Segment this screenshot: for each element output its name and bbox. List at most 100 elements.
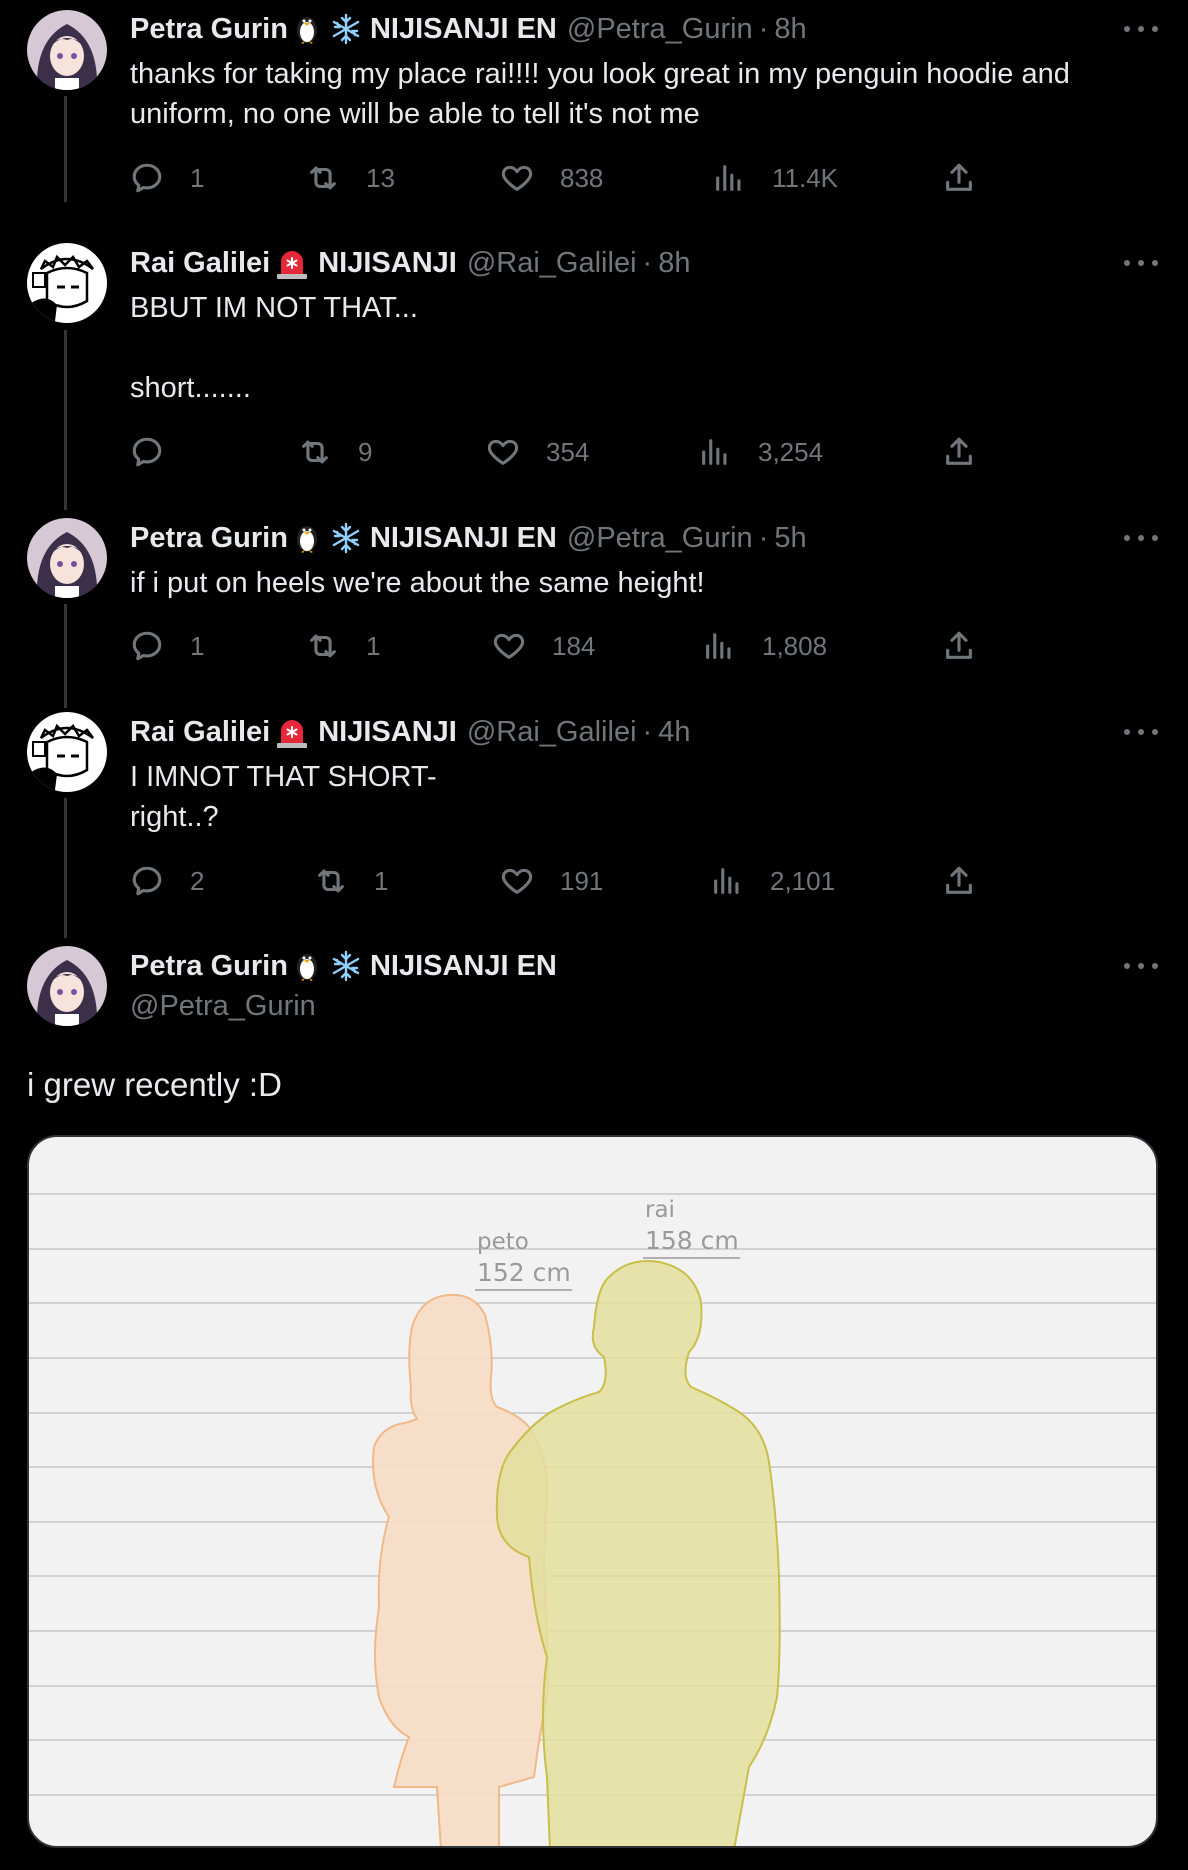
share-button[interactable] xyxy=(942,432,976,472)
like-button[interactable]: 838 xyxy=(500,158,603,198)
tweet-header: Petra Gurin NIJISANJI EN @Petra_Gurin · … xyxy=(130,12,807,46)
views-button[interactable]: 2,101 xyxy=(710,861,835,901)
penguin-icon xyxy=(292,950,322,982)
retweet-count: 13 xyxy=(366,162,395,193)
share-button[interactable] xyxy=(942,158,976,198)
handle[interactable]: @Petra_Gurin xyxy=(567,522,753,555)
retweet-button[interactable]: 1 xyxy=(314,861,388,901)
like-count: 184 xyxy=(552,630,596,661)
reply-icon xyxy=(132,866,162,896)
handle-row: @Petra_Gurin xyxy=(130,986,316,1026)
views-button[interactable]: 1,808 xyxy=(702,626,827,666)
display-name[interactable]: Rai Galilei xyxy=(130,247,270,280)
share-button[interactable] xyxy=(942,626,976,666)
reply-button[interactable]: 1 xyxy=(130,158,204,198)
timestamp[interactable]: 5h xyxy=(774,522,806,555)
retweet-button[interactable]: 9 xyxy=(298,432,372,472)
attached-image[interactable]: peto 152 cm rai 158 cm xyxy=(27,1135,1158,1848)
rai-silhouette xyxy=(495,1260,781,1846)
org-name: NIJISANJI EN xyxy=(369,949,557,982)
like-button[interactable]: 191 xyxy=(500,861,603,901)
timestamp[interactable]: 8h xyxy=(658,247,690,280)
peto-silhouette xyxy=(372,1293,549,1846)
views-button[interactable]: 11.4K xyxy=(712,158,838,198)
reply-button[interactable]: 1 xyxy=(130,626,204,666)
thread-connector xyxy=(64,330,67,510)
like-count: 354 xyxy=(546,436,590,467)
peto-label: peto xyxy=(477,1229,529,1255)
tweet-text: BBUT IM NOT THAT... short....... xyxy=(130,292,418,404)
like-count: 191 xyxy=(560,865,604,896)
penguin-icon xyxy=(292,13,322,45)
analytics-icon xyxy=(716,165,741,191)
action-bar: 2 1 191 2,101 xyxy=(130,861,1010,901)
reply-icon xyxy=(132,437,162,467)
timestamp[interactable]: 8h xyxy=(774,13,806,46)
like-count: 838 xyxy=(560,162,604,193)
tweet-header: Petra Gurin NIJISANJI EN xyxy=(130,946,557,986)
reply-button[interactable]: 2 xyxy=(130,861,204,901)
thread-connector xyxy=(64,96,67,202)
like-button[interactable]: 354 xyxy=(486,432,589,472)
handle[interactable]: @Petra_Gurin xyxy=(567,13,753,46)
timestamp[interactable]: 4h xyxy=(658,716,690,749)
more-options-icon[interactable] xyxy=(1124,253,1158,273)
thread-connector xyxy=(64,798,67,938)
display-name[interactable]: Petra Gurin xyxy=(130,13,288,46)
reply-button[interactable] xyxy=(130,432,190,472)
view-count: 1,808 xyxy=(762,630,828,661)
like-button[interactable]: 184 xyxy=(492,626,595,666)
tweet-text: if i put on heels we're about the same h… xyxy=(130,567,705,599)
main-tweet-text: i grew recently :D xyxy=(27,1066,282,1103)
org-name: NIJISANJI EN xyxy=(369,12,557,45)
avatar-rai[interactable] xyxy=(27,712,107,792)
avatar-petra[interactable] xyxy=(27,518,107,598)
share-icon xyxy=(946,163,972,191)
analytics-icon xyxy=(702,439,727,465)
display-name[interactable]: Rai Galilei xyxy=(130,716,270,749)
penguin-icon xyxy=(292,522,322,554)
heart-icon xyxy=(501,165,533,191)
avatar-rai[interactable] xyxy=(27,243,107,323)
more-options-icon[interactable] xyxy=(1124,528,1158,548)
retweet-icon xyxy=(310,166,336,190)
retweet-button[interactable]: 13 xyxy=(306,158,395,198)
view-count: 2,101 xyxy=(770,865,836,896)
retweet-count: 1 xyxy=(374,865,389,896)
share-icon xyxy=(946,866,972,894)
share-button[interactable] xyxy=(942,861,976,901)
action-bar: 9 354 3,254 xyxy=(130,432,1010,472)
snowflake-icon xyxy=(330,522,362,554)
tweet-header: Rai Galilei NIJISANJI @Rai_Galilei · 4h xyxy=(130,715,691,749)
org-name: NIJISANJI EN xyxy=(369,521,557,554)
siren-icon xyxy=(274,715,310,749)
display-name[interactable]: Petra Gurin xyxy=(130,522,288,555)
handle[interactable]: @Rai_Galilei xyxy=(467,716,637,749)
analytics-icon xyxy=(706,633,731,659)
more-options-icon[interactable] xyxy=(1124,722,1158,742)
avatar-petra[interactable] xyxy=(27,10,107,90)
handle[interactable]: @Petra_Gurin xyxy=(130,990,316,1023)
display-name[interactable]: Petra Gurin xyxy=(130,950,288,983)
heart-icon xyxy=(501,868,533,894)
rai-label: rai xyxy=(645,1197,675,1223)
avatar-petra[interactable] xyxy=(27,946,107,1026)
share-icon xyxy=(946,437,972,465)
retweet-button[interactable]: 1 xyxy=(306,626,380,666)
more-options-icon[interactable] xyxy=(1124,956,1158,976)
view-count: 11.4K xyxy=(772,162,839,193)
more-options-icon[interactable] xyxy=(1124,19,1158,39)
view-count: 3,254 xyxy=(758,436,824,467)
views-button[interactable]: 3,254 xyxy=(698,432,823,472)
org-name: NIJISANJI xyxy=(318,715,457,748)
thread-connector xyxy=(64,604,67,708)
retweet-icon xyxy=(310,634,336,658)
reply-count: 1 xyxy=(190,630,205,661)
tweet-header: Petra Gurin NIJISANJI EN @Petra_Gurin · … xyxy=(130,521,807,555)
tweet-header: Rai Galilei NIJISANJI @Rai_Galilei · 8h xyxy=(130,246,691,280)
analytics-icon xyxy=(714,868,739,894)
action-bar: 1 13 838 11.4K xyxy=(130,158,1010,198)
reply-icon xyxy=(132,163,162,193)
rai-height: 158 cm xyxy=(645,1226,739,1255)
handle[interactable]: @Rai_Galilei xyxy=(467,247,637,280)
